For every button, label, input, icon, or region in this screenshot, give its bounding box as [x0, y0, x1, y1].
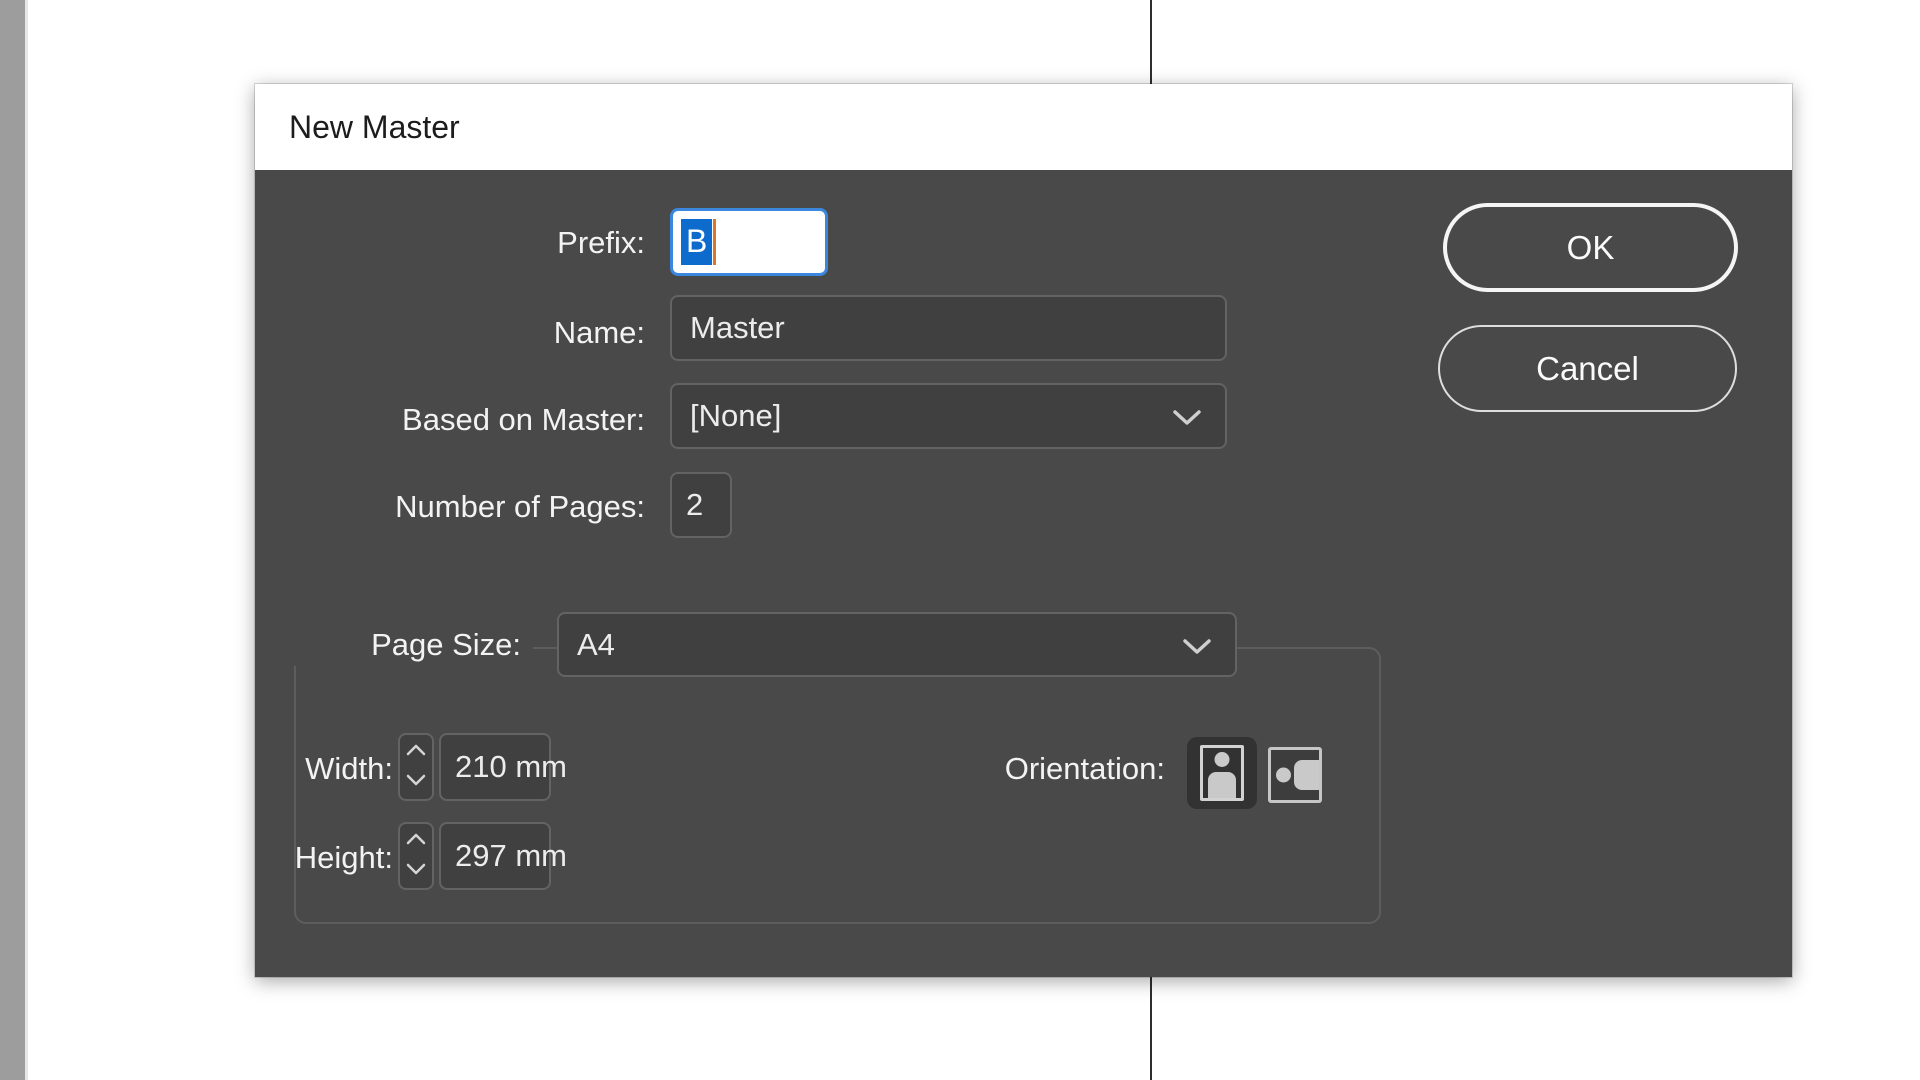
portrait-orientation-button[interactable]	[1187, 737, 1257, 809]
width-label: Width:	[255, 748, 393, 790]
pasteboard-left-strip	[0, 0, 28, 1080]
height-label: Height:	[255, 837, 393, 879]
page-size-value: A4	[577, 627, 615, 663]
prefix-input[interactable]: B	[670, 208, 828, 276]
landscape-orientation-button[interactable]	[1268, 747, 1322, 803]
dialog-titlebar[interactable]: New Master	[255, 84, 1792, 170]
prefix-selected-text: B	[681, 219, 712, 265]
number-of-pages-input[interactable]: 2	[670, 472, 732, 538]
chevron-down-icon	[1183, 627, 1211, 663]
dialog-body: Prefix: B Name: Master Based on Master: …	[255, 170, 1792, 977]
name-value: Master	[690, 310, 785, 346]
ok-button[interactable]: OK	[1443, 203, 1738, 292]
height-input[interactable]: 297 mm	[439, 822, 551, 890]
page-size-label: Page Size:	[293, 624, 533, 666]
height-value: 297 mm	[455, 838, 567, 874]
number-of-pages-label: Number of Pages:	[300, 486, 645, 528]
text-caret	[713, 219, 716, 265]
dialog-title: New Master	[289, 109, 460, 146]
page-size-dropdown[interactable]: A4	[557, 612, 1237, 677]
width-input[interactable]: 210 mm	[439, 733, 551, 801]
width-value: 210 mm	[455, 749, 567, 785]
name-input[interactable]: Master	[670, 295, 1227, 361]
based-on-master-value: [None]	[690, 398, 781, 434]
number-of-pages-value: 2	[686, 487, 703, 523]
chevron-down-icon	[1173, 398, 1201, 434]
chevron-down-icon[interactable]	[406, 773, 426, 791]
name-label: Name:	[300, 312, 645, 354]
cancel-button[interactable]: Cancel	[1438, 325, 1737, 412]
chevron-up-icon[interactable]	[406, 832, 426, 850]
cancel-button-label: Cancel	[1536, 350, 1639, 388]
width-stepper[interactable]	[398, 733, 434, 801]
based-on-master-dropdown[interactable]: [None]	[670, 383, 1227, 449]
prefix-label: Prefix:	[300, 222, 645, 264]
orientation-label: Orientation:	[955, 748, 1165, 790]
new-master-dialog: New Master Prefix: B Name: Master Based …	[255, 84, 1792, 977]
height-stepper[interactable]	[398, 822, 434, 890]
chevron-down-icon[interactable]	[406, 862, 426, 880]
ok-button-label: OK	[1567, 229, 1615, 267]
based-on-master-label: Based on Master:	[300, 399, 645, 441]
portrait-orientation-icon	[1200, 745, 1244, 801]
chevron-up-icon[interactable]	[406, 743, 426, 761]
